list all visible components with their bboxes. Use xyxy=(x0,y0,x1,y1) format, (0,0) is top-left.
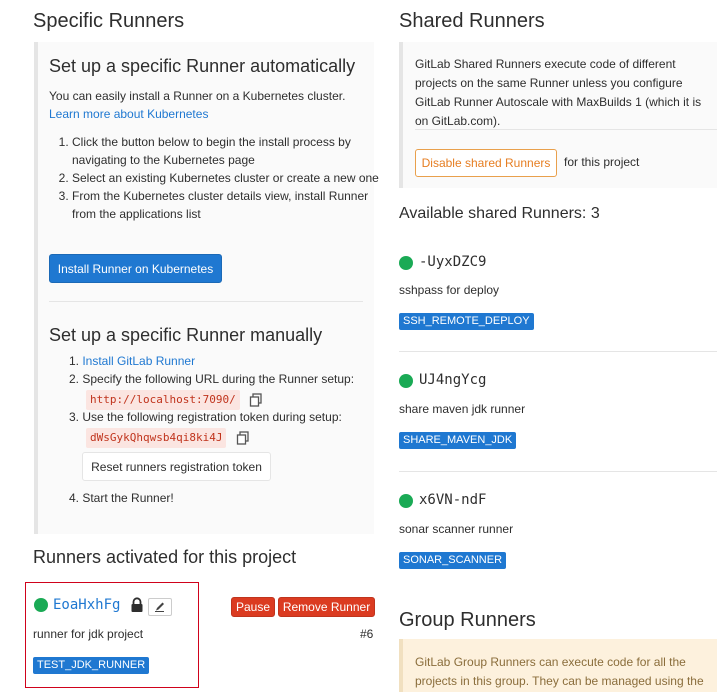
auto-step-1: Click the button below to begin the inst… xyxy=(72,133,387,169)
manual-step-1: 1. Install GitLab Runner xyxy=(69,354,196,368)
shared-runner-3-name: x6VN-ndF xyxy=(419,492,487,508)
disable-shared-runners-button[interactable]: Disable shared Runners xyxy=(415,149,557,177)
auto-setup-steps: Click the button below to begin the inst… xyxy=(38,133,387,223)
install-gitlab-runner-link[interactable]: Install GitLab Runner xyxy=(82,354,195,368)
shared-runners-title: Shared Runners xyxy=(399,10,545,32)
registration-token-row: dWsGykQhqwsb4qi8ki4J xyxy=(86,428,250,448)
shared-runners-info-text: GitLab Shared Runners execute code of di… xyxy=(415,57,702,128)
manual-step-4: 4. Start the Runner! xyxy=(69,491,174,505)
shared-runner-1-tag: SSH_REMOTE_DEPLOY xyxy=(399,313,534,330)
runner-online-status-icon xyxy=(34,598,48,612)
runner-url-code: http://localhost:7090/ xyxy=(86,390,240,410)
group-runners-info-box: GitLab Group Runners can execute code fo… xyxy=(399,639,717,692)
shared-runner-1-description: sshpass for deploy xyxy=(399,283,500,297)
shared-runner-2-name: UJ4ngYcg xyxy=(419,372,487,388)
activated-runner-description: runner for jdk project xyxy=(33,627,144,641)
registration-token-code: dWsGykQhqwsb4qi8ki4J xyxy=(86,428,227,448)
copy-token-icon[interactable] xyxy=(236,431,250,445)
manual-step-3: 3. Use the following registration token … xyxy=(69,410,342,424)
remove-runner-button[interactable]: Remove Runner xyxy=(278,597,375,617)
shared-runner-divider-2 xyxy=(399,471,717,472)
shared-runner-1-name: -UyxDZC9 xyxy=(419,254,487,270)
specific-runner-setup-card: Set up a specific Runner automatically Y… xyxy=(34,42,379,534)
available-shared-runners-title: Available shared Runners: 3 xyxy=(399,205,600,222)
disable-shared-runners-suffix: for this project xyxy=(564,155,640,169)
auto-step-2: Select an existing Kubernetes cluster or… xyxy=(72,169,387,187)
activated-runner-id: #6 xyxy=(360,627,374,641)
manual-step-3-text: Use the following registration token dur… xyxy=(82,410,342,424)
shared-runner-1-online-icon xyxy=(399,256,413,270)
auto-setup-description: You can easily install a Runner on a Kub… xyxy=(49,89,346,103)
shared-runner-3-tag: SONAR_SCANNER xyxy=(399,552,507,569)
manual-setup-heading: Set up a specific Runner manually xyxy=(49,325,323,345)
shared-runner-2-tag: SHARE_MAVEN_JDK xyxy=(399,432,517,449)
auto-step-3: From the Kubernetes cluster details view… xyxy=(72,187,387,223)
pause-runner-button[interactable]: Pause xyxy=(231,597,275,617)
auto-setup-heading: Set up a specific Runner automatically xyxy=(49,56,356,76)
manual-step-2: 2. Specify the following URL during the … xyxy=(69,372,355,386)
group-runners-title: Group Runners xyxy=(399,609,536,631)
shared-runner-divider-1 xyxy=(399,351,717,352)
shared-runners-info-card: GitLab Shared Runners execute code of di… xyxy=(399,42,717,188)
manual-step-4-text: Start the Runner! xyxy=(82,491,174,505)
shared-runner-3-description: sonar scanner runner xyxy=(399,522,514,536)
manual-step-2-text: Specify the following URL during the Run… xyxy=(82,372,355,386)
copy-url-icon[interactable] xyxy=(249,393,263,407)
runner-url-row: http://localhost:7090/ xyxy=(86,390,263,410)
activated-runners-title: Runners activated for this project xyxy=(33,547,297,567)
shared-runner-2-online-icon xyxy=(399,374,413,388)
learn-more-kubernetes-link[interactable]: Learn more about Kubernetes xyxy=(49,105,208,123)
section-divider xyxy=(49,301,363,302)
activated-runner-name-link[interactable]: EoaHxhFg xyxy=(53,597,120,613)
install-runner-kubernetes-button[interactable]: Install Runner on Kubernetes xyxy=(49,254,222,283)
shared-runner-2-description: share maven jdk runner xyxy=(399,402,526,416)
reset-registration-token-button[interactable]: Reset runners registration token xyxy=(82,452,271,481)
activated-runner-tag: TEST_JDK_RUNNER xyxy=(33,657,150,674)
specific-runners-title: Specific Runners xyxy=(33,10,185,32)
shared-runner-3-online-icon xyxy=(399,494,413,508)
group-runners-info-text: GitLab Group Runners can execute code fo… xyxy=(415,655,704,688)
shared-info-divider xyxy=(415,129,717,130)
lock-icon xyxy=(130,597,144,613)
edit-runner-icon[interactable] xyxy=(148,598,172,616)
